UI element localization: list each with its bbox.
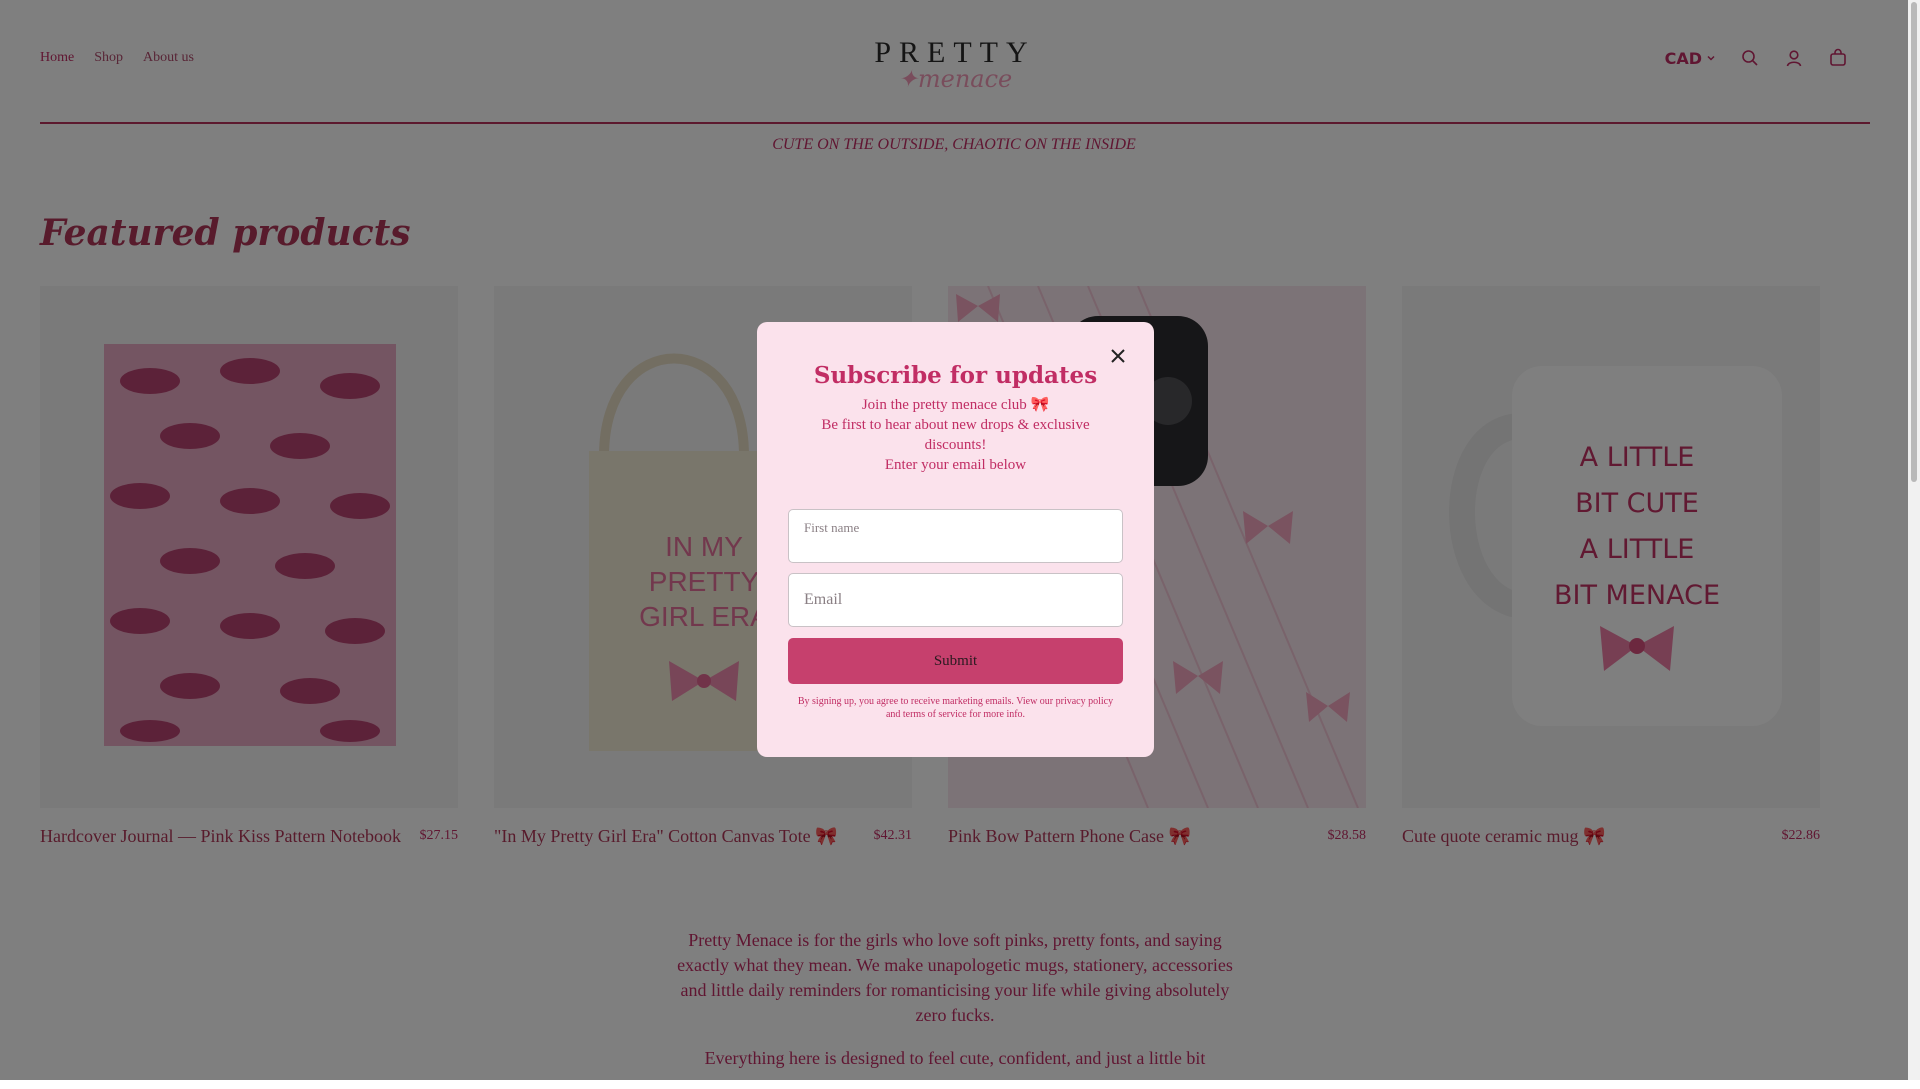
- page-scrollbar[interactable]: [1908, 0, 1920, 1080]
- subscribe-modal: Subscribe for updates Join the pretty me…: [757, 322, 1154, 757]
- close-icon[interactable]: [1108, 346, 1128, 366]
- legal-text: By signing up, you agree to receive mark…: [797, 696, 1114, 720]
- first-name-field[interactable]: First name: [788, 509, 1123, 563]
- modal-line-1: Join the pretty menace club 🎀: [861, 397, 1050, 413]
- submit-button[interactable]: Submit: [788, 638, 1123, 684]
- modal-line-3: Enter your email below: [884, 457, 1027, 473]
- scrollbar-thumb[interactable]: [1911, 2, 1917, 482]
- modal-line-2: Be first to hear about new drops & exclu…: [821, 417, 1090, 453]
- modal-title: Subscribe for updates: [813, 362, 1098, 389]
- modal-description: Join the pretty menace club 🎀 Be first t…: [757, 395, 1154, 475]
- email-field[interactable]: Email: [788, 573, 1123, 627]
